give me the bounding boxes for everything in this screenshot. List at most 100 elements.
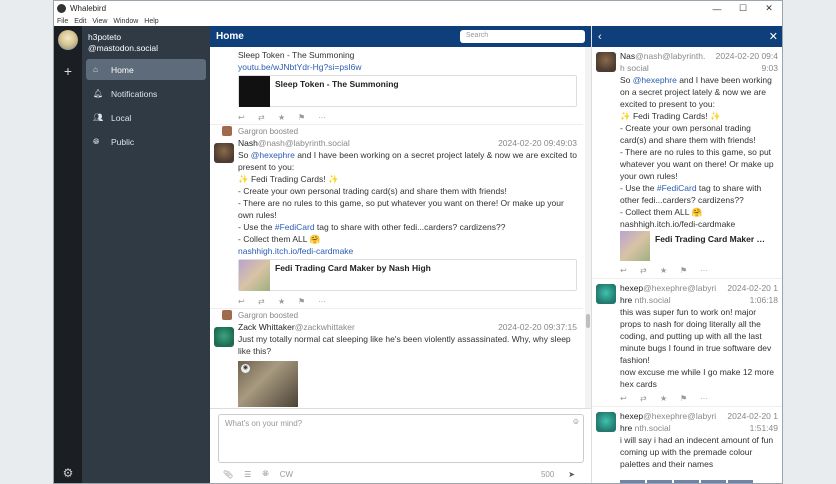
detail-panel: ‹ ✕ Nas@nash@labyrinth. h social 2024-02… [591,26,782,483]
more-icon[interactable]: ··· [318,113,338,122]
status-time[interactable]: 2024-02-20 1 [727,282,778,294]
maximize-button[interactable]: ☐ [730,3,756,14]
status-link[interactable]: youtu.be/wJNbtYdr-Hg?si=psI6w [238,61,577,73]
side-menu: h3poteto @mastodon.social ⌂ Home 🔔︎ Noti… [82,26,210,483]
attach-icon[interactable]: 📎︎ [223,470,233,479]
reply-icon[interactable]: ↩ [620,394,640,403]
avatar[interactable] [214,143,234,163]
author-name[interactable]: Nash [238,138,258,148]
text-part: ✨ Fedi Trading Cards! ✨ [620,111,721,121]
more-icon[interactable]: ··· [700,394,720,403]
status-time[interactable]: 2024-02-20 1 [727,410,778,422]
avatar[interactable] [596,284,616,304]
menu-window[interactable]: Window [113,18,138,25]
menu-view[interactable]: View [92,18,107,25]
minimize-button[interactable]: — [704,4,730,14]
status-item[interactable]: Gargron boosted Nash @nash@labyrinth.soc… [210,125,583,309]
reply-icon[interactable]: ↩ [238,113,258,122]
sidebar-item-home[interactable]: ⌂ Home [86,59,206,80]
boost-icon[interactable]: ⇄ [640,394,660,403]
media-thumb[interactable] [647,480,672,483]
close-button[interactable]: ✕ [756,3,782,14]
hashtag-link[interactable]: #FediCard [657,183,697,193]
status-link[interactable]: nashhigh.itch.io/fedi-cardmake [620,218,778,230]
favourite-icon[interactable]: ★ [660,266,680,275]
favourite-icon[interactable]: ★ [278,113,298,122]
author-acct: @hexephre@labyri [643,411,717,421]
author-name[interactable]: Zack Whittaker [238,322,295,332]
menu-file[interactable]: File [57,18,68,25]
more-icon[interactable]: ··· [700,266,720,275]
bookmark-icon[interactable]: ⚑ [680,394,700,403]
bookmark-icon[interactable]: ⚑ [298,113,318,122]
reply-icon[interactable]: ↩ [238,297,258,306]
send-icon[interactable]: ➤ [568,470,575,479]
author-name[interactable]: Nas [620,51,635,61]
gear-icon[interactable]: ⚙ [63,466,74,480]
status-meta: Zack Whittaker @zackwhittaker 2024-02-20… [238,321,577,333]
media-thumb[interactable] [620,480,645,483]
detail-list[interactable]: Nas@nash@labyrinth. h social 2024-02-20 … [592,47,782,483]
status-text: now excuse me while I go make 12 more he… [620,367,775,389]
status-time[interactable]: 2024-02-20 09:37:15 [498,322,577,332]
scrollbar-thumb[interactable] [586,314,590,328]
add-account-icon[interactable]: + [64,63,72,79]
status-item[interactable]: hexep@hexephre@labyri hre nth.social 202… [592,279,782,407]
reply-icon[interactable]: ↩ [620,266,640,275]
media-image[interactable]: ◉ [238,361,298,407]
status-time[interactable]: 2024-02-20 09:4 [716,50,778,62]
back-icon[interactable]: ‹ [598,31,602,43]
more-icon[interactable]: ··· [318,297,338,306]
status-toolbar: ↩ ⇄ ★ ⚑ ··· [620,390,778,406]
timeline-scrollbar[interactable] [585,47,591,409]
menu-edit[interactable]: Edit [74,18,86,25]
bookmark-icon[interactable]: ⚑ [298,297,318,306]
avatar[interactable] [596,52,616,72]
avatar[interactable] [596,412,616,432]
hashtag-link[interactable]: #FediCard [275,222,315,232]
status-time[interactable]: 2024-02-20 09:49:03 [498,138,577,148]
boost-icon[interactable]: ⇄ [258,113,278,122]
author-name-cont: hre [620,295,633,305]
emoji-icon[interactable]: ☺ [572,417,580,426]
sidebar-item-local[interactable]: 👥︎ Local [86,107,206,128]
close-icon[interactable]: ✕ [769,30,778,43]
favourite-icon[interactable]: ★ [660,394,680,403]
media-thumb[interactable] [701,480,726,483]
media-thumbnails[interactable] [620,480,778,483]
media-thumb[interactable] [728,480,753,483]
status-item[interactable]: Nas@nash@labyrinth. h social 2024-02-20 … [592,47,782,279]
boost-icon[interactable]: ⇄ [258,297,278,306]
author-name[interactable]: hexep [620,283,643,293]
status-item[interactable]: hexep@hexephre@labyri hre nth.social 202… [592,407,782,483]
status-meta: Nash @nash@labyrinth.social 2024-02-20 0… [238,137,577,149]
cw-button[interactable]: CW [280,470,293,479]
eye-icon[interactable]: ◉ [241,364,250,373]
search-input[interactable]: Search [460,30,585,43]
media-thumb[interactable] [674,480,699,483]
menu-help[interactable]: Help [144,18,158,25]
mention-link[interactable]: @hexephre [251,150,295,160]
status-link[interactable]: nashhigh.itch.io/fedi-cardmake [238,245,577,257]
poll-icon[interactable]: ☰ [244,470,251,479]
status-text: Just my totally normal cat sleeping like… [238,334,571,356]
visibility-icon[interactable]: 🌐︎ [262,469,268,479]
author-name[interactable]: hexep [620,411,643,421]
mention-link[interactable]: @hexephre [633,75,677,85]
sidebar-item-public[interactable]: 🌐︎ Public [86,131,206,152]
status-toolbar: ↩ ⇄ ★ ⚑ ··· [620,262,778,278]
avatar[interactable] [214,327,234,347]
boost-notice: Gargron boosted [222,309,577,321]
bookmark-icon[interactable]: ⚑ [680,266,700,275]
link-card[interactable]: Fedi Trading Card Maker by Nash High [238,259,577,291]
sidebar-item-notifications[interactable]: 🔔︎ Notifications [86,83,206,104]
home-icon: ⌂ [93,65,98,74]
status-item[interactable]: Sleep Token - The Summoning youtu.be/wJN… [210,47,583,125]
link-card[interactable]: Fedi Trading Card Maker … [620,231,778,261]
account-avatar[interactable] [58,30,78,50]
favourite-icon[interactable]: ★ [278,297,298,306]
status-item[interactable]: Gargron boosted Zack Whittaker @zackwhit… [210,309,583,412]
compose-input[interactable]: What's on your mind? ☺ [218,414,584,463]
boost-icon[interactable]: ⇄ [640,266,660,275]
link-card[interactable]: Sleep Token - The Summoning [238,75,577,107]
